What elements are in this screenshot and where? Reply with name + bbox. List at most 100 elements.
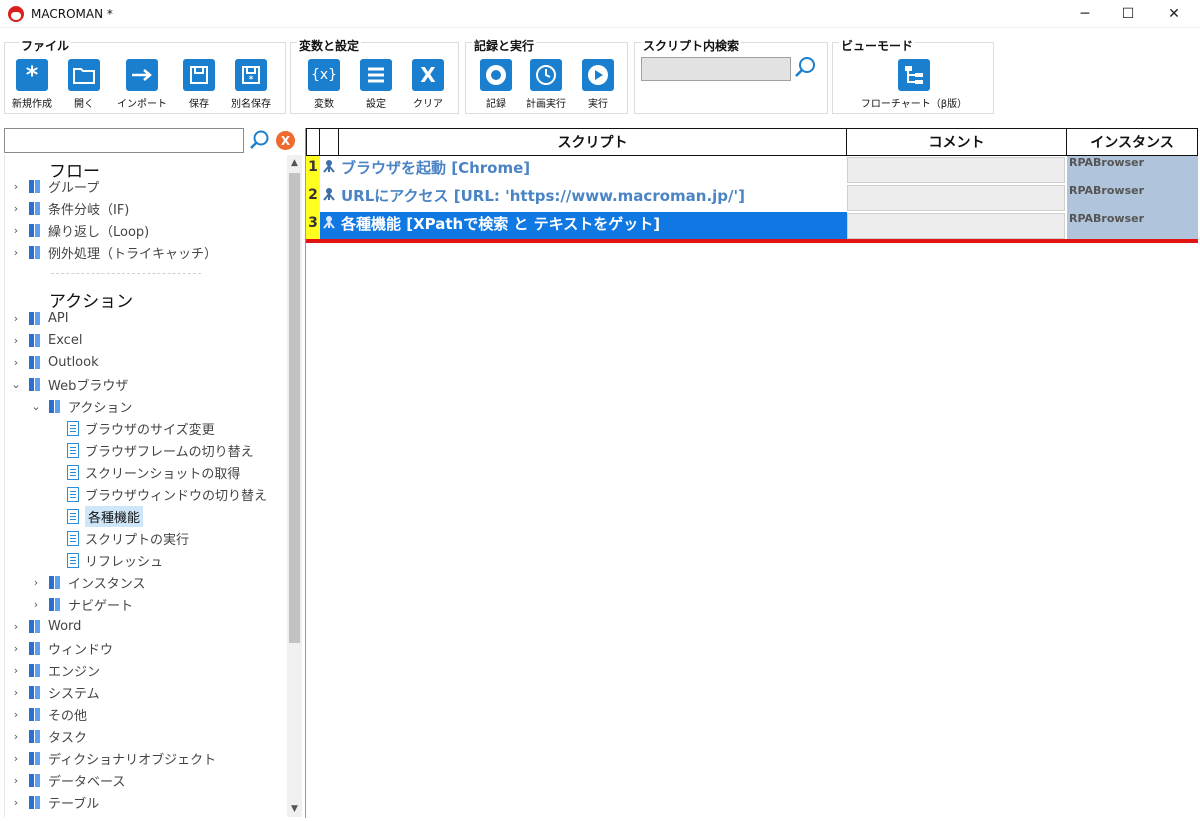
scroll-thumb[interactable]	[289, 173, 300, 643]
tree-item-engine[interactable]: › エンジン	[9, 659, 100, 681]
close-button[interactable]: ✕	[1151, 0, 1197, 28]
book-icon	[29, 201, 41, 215]
search-icon[interactable]	[793, 55, 817, 79]
flowchart-button[interactable]: フローチャート（β版）	[861, 59, 967, 110]
tree-item-if[interactable]: › 条件分岐（IF)	[9, 197, 129, 219]
tree-item-system[interactable]: › システム	[9, 681, 100, 703]
chevron-down-icon[interactable]: ⌄	[29, 400, 43, 413]
tree-item-api[interactable]: › API	[9, 307, 69, 329]
instance-cell[interactable]: RPABrowser	[1067, 212, 1198, 240]
chevron-right-icon[interactable]: ›	[9, 620, 23, 633]
maximize-button[interactable]: ☐	[1105, 0, 1151, 28]
tree-item-table[interactable]: › テーブル	[9, 791, 99, 813]
tree-item-try-catch[interactable]: › 例外処理（トライキャッチ）	[9, 241, 217, 263]
comment-cell[interactable]	[847, 157, 1065, 183]
settings-button[interactable]: 設定	[346, 59, 406, 110]
instance-cell[interactable]: RPABrowser	[1067, 156, 1198, 184]
chevron-right-icon[interactable]: ›	[9, 752, 23, 765]
tree-item-label: アクション	[68, 400, 133, 416]
chevron-right-icon[interactable]: ›	[29, 598, 43, 611]
tree-item-excel[interactable]: › Excel	[9, 329, 83, 351]
flowchart-icon	[898, 59, 930, 91]
clear-search-icon[interactable]: X	[276, 131, 295, 150]
tree-action-screenshot[interactable]: スクリーンショットの取得	[67, 461, 240, 483]
tree-item-navigate[interactable]: › ナビゲート	[29, 593, 133, 615]
chevron-right-icon[interactable]: ›	[9, 202, 23, 215]
chevron-right-icon[interactable]: ›	[9, 686, 23, 699]
app-logo-icon	[8, 5, 24, 22]
import-button[interactable]: インポート	[112, 59, 172, 110]
chevron-right-icon[interactable]: ›	[9, 356, 23, 369]
action-search-input[interactable]	[4, 128, 244, 153]
chevron-right-icon[interactable]: ›	[29, 576, 43, 589]
tree-item-label: API	[48, 310, 69, 326]
tree-item-window[interactable]: › ウィンドウ	[9, 637, 113, 659]
script-text: 各種機能 [XPathで検索 と テキストをゲット]	[339, 212, 847, 240]
tree-item-loop[interactable]: › 繰り返し（Loop)	[9, 219, 149, 241]
minimize-button[interactable]: ─	[1062, 0, 1108, 28]
book-icon	[29, 377, 41, 391]
script-search-input[interactable]	[641, 57, 791, 81]
tree-item-task[interactable]: › タスク	[9, 725, 87, 747]
tree-scrollbar[interactable]: ▲ ▼	[287, 155, 302, 817]
schedule-button[interactable]: 計画実行	[516, 59, 576, 110]
chevron-right-icon[interactable]: ›	[9, 246, 23, 259]
book-icon	[29, 773, 41, 787]
action-search-icon[interactable]	[248, 129, 270, 151]
chevron-right-icon[interactable]: ›	[9, 664, 23, 677]
tree-item-dictionary[interactable]: › ディクショナリオブジェクト	[9, 747, 216, 769]
scroll-up-icon[interactable]: ▲	[287, 155, 302, 171]
tree-action-switch-window[interactable]: ブラウザウィンドウの切り替え	[67, 483, 267, 505]
tree-action-resize[interactable]: ブラウザのサイズ変更	[67, 417, 215, 439]
tree-action-refresh[interactable]: リフレッシュ	[67, 549, 163, 571]
header-script[interactable]: スクリプト	[339, 128, 847, 156]
run-button[interactable]: 実行	[568, 59, 628, 110]
chevron-down-icon[interactable]: ⌄	[9, 378, 23, 391]
tree-item-instance[interactable]: › インスタンス	[29, 571, 145, 593]
row-number: 1	[306, 156, 320, 184]
chevron-right-icon[interactable]: ›	[9, 796, 23, 809]
tree-item-word[interactable]: › Word	[9, 615, 82, 637]
tree-item-label: その他	[48, 708, 88, 724]
header-comment[interactable]: コメント	[847, 128, 1067, 156]
header-instance[interactable]: インスタンス	[1067, 128, 1198, 156]
clear-button[interactable]: X クリア	[398, 59, 458, 110]
chevron-right-icon[interactable]: ›	[9, 334, 23, 347]
tree-item-outlook[interactable]: › Outlook	[9, 351, 99, 373]
open-button[interactable]: 開く	[54, 59, 114, 110]
chevron-right-icon[interactable]: ›	[9, 730, 23, 743]
tree-item-label: インスタンス	[68, 576, 146, 592]
save-as-button[interactable]: * 別名保存	[221, 59, 281, 110]
chevron-right-icon[interactable]: ›	[9, 224, 23, 237]
comment-cell[interactable]	[847, 185, 1065, 211]
book-icon	[29, 751, 41, 765]
new-button[interactable]: * 新規作成	[2, 59, 62, 110]
document-icon	[67, 486, 79, 502]
tree-item-group[interactable]: › グループ	[9, 175, 99, 197]
tree-item-database[interactable]: › データベース	[9, 769, 125, 791]
instance-cell[interactable]: RPABrowser	[1067, 184, 1198, 212]
chevron-right-icon[interactable]: ›	[9, 642, 23, 655]
tree-action-various-functions[interactable]: 各種機能	[67, 505, 144, 527]
tree-item-label: 例外処理（トライキャッチ）	[48, 246, 218, 262]
vars-group: 変数と設定 {x} 変数 設定 X クリア	[290, 37, 459, 114]
tree-item-label: スクリプトの実行	[85, 532, 190, 548]
chevron-right-icon[interactable]: ›	[9, 774, 23, 787]
tree-item-label: エンジン	[48, 664, 101, 680]
comment-cell[interactable]	[847, 213, 1065, 239]
tree-action-switch-frame[interactable]: ブラウザフレームの切り替え	[67, 439, 254, 461]
chevron-right-icon[interactable]: ›	[9, 180, 23, 193]
scroll-down-icon[interactable]: ▼	[287, 801, 302, 817]
tree-item-other[interactable]: › その他	[9, 703, 87, 725]
tree-item-web-browser[interactable]: ⌄ Webブラウザ	[9, 373, 128, 395]
save-button[interactable]: 保存	[169, 59, 229, 110]
file-group: ファイル * 新規作成 開く インポート 保存 * 別名保存	[2, 37, 286, 114]
tree-action-run-script[interactable]: スクリプトの実行	[67, 527, 189, 549]
variable-button[interactable]: {x} 変数	[294, 59, 354, 110]
play-icon	[582, 59, 614, 91]
document-icon	[67, 530, 79, 546]
tree-item-web-actions[interactable]: ⌄ アクション	[29, 395, 132, 417]
chevron-right-icon[interactable]: ›	[9, 708, 23, 721]
chevron-right-icon[interactable]: ›	[9, 312, 23, 325]
script-grid: スクリプト コメント インスタンス 1 ブラウザを起動 [Chrome] RPA…	[305, 128, 1198, 818]
